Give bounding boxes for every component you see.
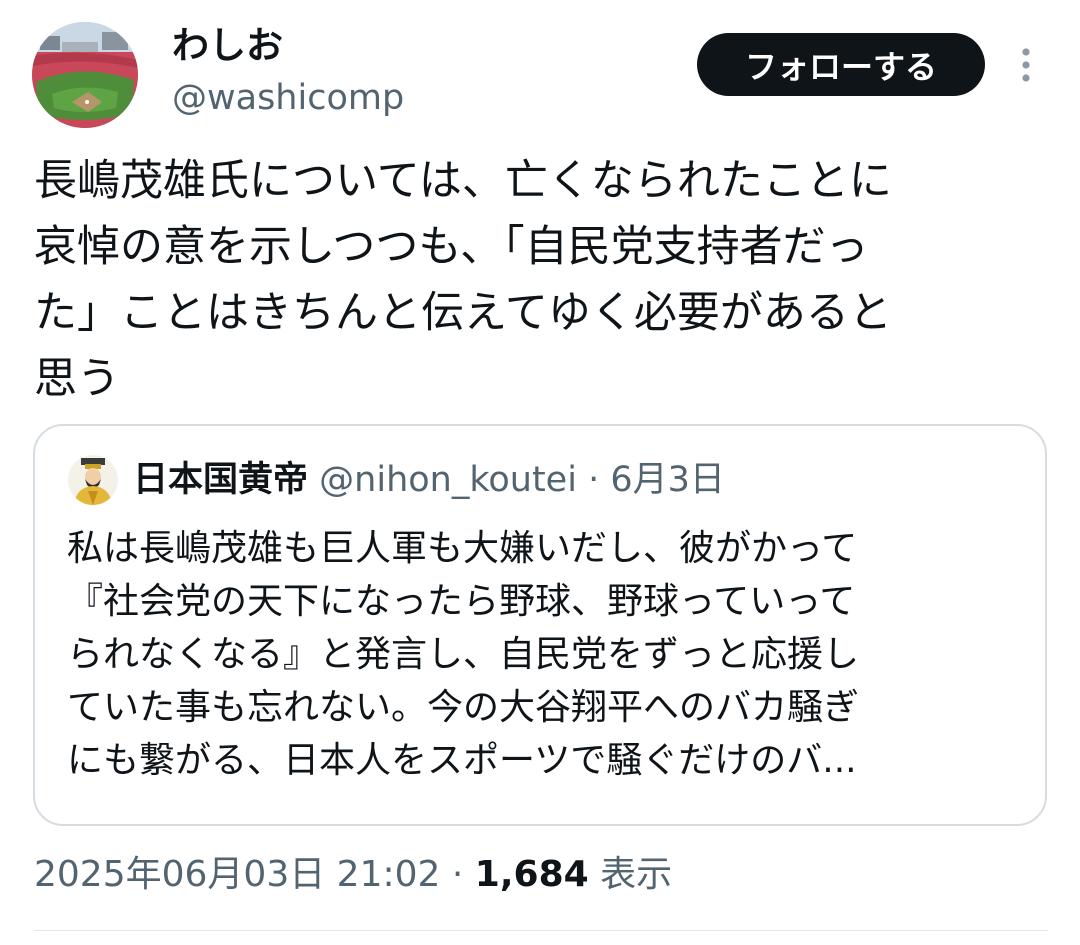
views-label: 表示 bbox=[600, 854, 673, 895]
quote-date[interactable]: 6月3日 bbox=[610, 460, 725, 500]
views-count: 1,684 bbox=[474, 854, 589, 895]
tweet-timestamp[interactable]: 2025年06月03日 21:02 bbox=[34, 854, 440, 895]
tweet-text: 長嶋茂雄氏については、亡くなられたことに 哀悼の意を示しつつも、「自民党支持者だ… bbox=[34, 148, 1046, 412]
quote-line: ていた事も忘れない。今の大谷翔平へのバカ騒ぎ bbox=[67, 687, 860, 728]
tweet-meta: 2025年06月03日 21:02 · 1,684 表示 bbox=[34, 850, 672, 900]
quote-line: にも繋がる、日本人をスポーツで騒ぐだけのバ... bbox=[67, 740, 857, 781]
quote-separator: · bbox=[588, 460, 600, 500]
quote-line: 私は長嶋茂雄も巨人軍も大嫌いだし、彼がかって bbox=[67, 528, 858, 569]
quote-line: 『社会党の天下になったら野球、野球っていって bbox=[67, 581, 856, 622]
quote-line: られなくなる』と発言し、自民党をずっと応援し bbox=[67, 634, 860, 675]
quote-header: 日本国黄帝 @nihon_koutei · 6月3日 bbox=[133, 456, 725, 504]
quote-text: 私は長嶋茂雄も巨人軍も大嫌いだし、彼がかって 『社会党の天下になったら野球、野球… bbox=[67, 522, 1027, 787]
quote-handle[interactable]: @nihon_koutei bbox=[319, 460, 577, 500]
tweet-line: 哀悼の意を示しつつも、「自民党支持者だっ bbox=[34, 222, 869, 272]
author-display-name[interactable]: わしお bbox=[172, 24, 283, 68]
tweet-line: た」ことはきちんと伝えてゆく必要があると bbox=[34, 288, 892, 338]
meta-separator: · bbox=[451, 854, 464, 895]
divider bbox=[34, 930, 1048, 931]
author-handle[interactable]: @washicomp bbox=[172, 76, 404, 120]
more-options-button[interactable] bbox=[1006, 40, 1046, 90]
tweet-line: 思う bbox=[34, 354, 120, 404]
quote-avatar[interactable] bbox=[68, 455, 118, 505]
stadium-avatar-icon bbox=[32, 22, 138, 128]
tweet-line: 長嶋茂雄氏については、亡くなられたことに bbox=[34, 156, 892, 206]
more-vertical-icon bbox=[1022, 48, 1030, 82]
follow-button[interactable]: フォローする bbox=[697, 33, 985, 96]
avatar[interactable] bbox=[32, 22, 138, 128]
quoted-tweet-card[interactable]: 日本国黄帝 @nihon_koutei · 6月3日 私は長嶋茂雄も巨人軍も大嫌… bbox=[33, 424, 1047, 826]
quote-display-name[interactable]: 日本国黄帝 bbox=[133, 460, 308, 500]
emperor-avatar-icon bbox=[68, 455, 118, 505]
